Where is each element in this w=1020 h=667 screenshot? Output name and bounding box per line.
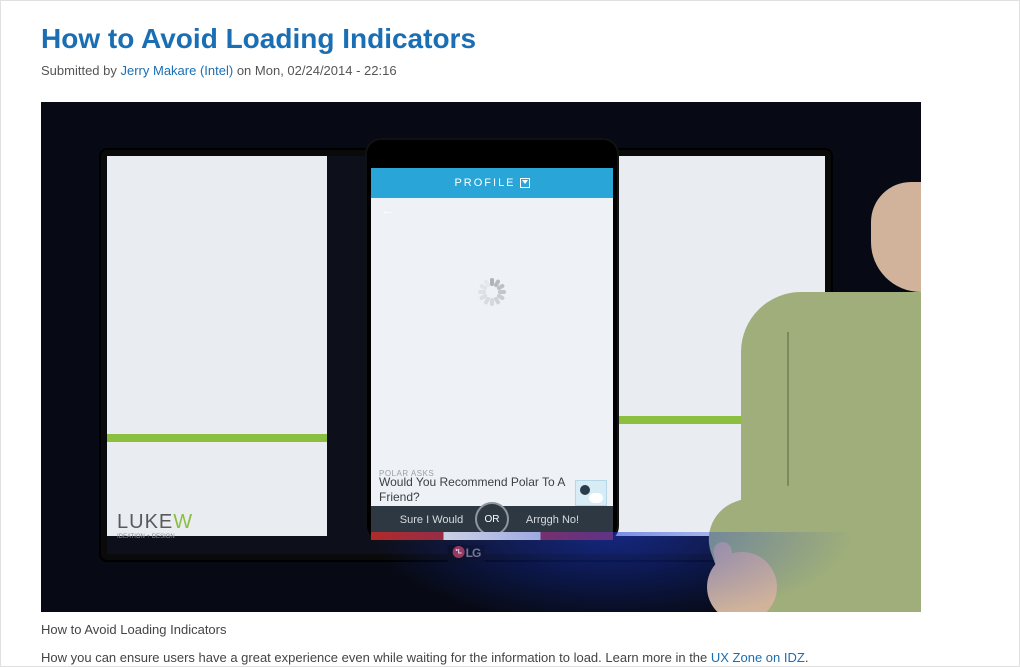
- article-title-link[interactable]: How to Avoid Loading Indicators: [41, 23, 476, 54]
- article-title: How to Avoid Loading Indicators: [41, 1, 979, 63]
- poll-choice-bar: Sure I Would OR Arrggh No!: [371, 506, 613, 534]
- byline: Submitted by Jerry Makare (Intel) on Mon…: [41, 63, 979, 78]
- byline-timestamp: on Mon, 02/24/2014 - 22:16: [237, 63, 397, 78]
- idz-link[interactable]: UX Zone on IDZ: [711, 650, 805, 665]
- poll-question: Would You Recommend Polar To A Friend?: [379, 475, 567, 504]
- byline-prefix: Submitted by: [41, 63, 121, 78]
- video-embed[interactable]: LUKEW IDEATION + DESIGN ← PROFILE: [41, 102, 921, 612]
- app-title: PROFILE: [454, 177, 515, 189]
- stage-glow: [301, 532, 921, 612]
- or-divider: OR: [475, 502, 509, 536]
- back-arrow-icon: ←: [381, 202, 397, 218]
- app-header: ← PROFILE: [371, 168, 613, 198]
- dropdown-icon: [520, 178, 530, 188]
- phone-screen: ← PROFILE POLAR ASKS Would You Recommend…: [371, 168, 613, 540]
- tv-screen: LUKEW IDEATION + DESIGN ← PROFILE: [107, 156, 825, 554]
- phone-mockup: ← PROFILE POLAR ASKS Would You Recommend…: [367, 140, 617, 540]
- slide-panel-left: LUKEW IDEATION + DESIGN: [107, 156, 327, 536]
- presenter-head: [871, 182, 921, 292]
- author-link[interactable]: Jerry Makare (Intel): [121, 63, 234, 78]
- polar-bear-icon: [575, 480, 607, 506]
- lukew-logo: LUKEW IDEATION + DESIGN: [117, 511, 193, 540]
- caption-description: How you can ensure users have a great ex…: [41, 648, 979, 667]
- caption-title: How to Avoid Loading Indicators: [41, 620, 979, 640]
- article-card: How to Avoid Loading Indicators Submitte…: [0, 0, 1020, 667]
- loading-spinner-icon: [478, 278, 506, 306]
- poll-yes-button: Sure I Would: [371, 514, 492, 526]
- poll-no-button: Arrggh No!: [492, 514, 613, 526]
- green-divider: [107, 434, 327, 442]
